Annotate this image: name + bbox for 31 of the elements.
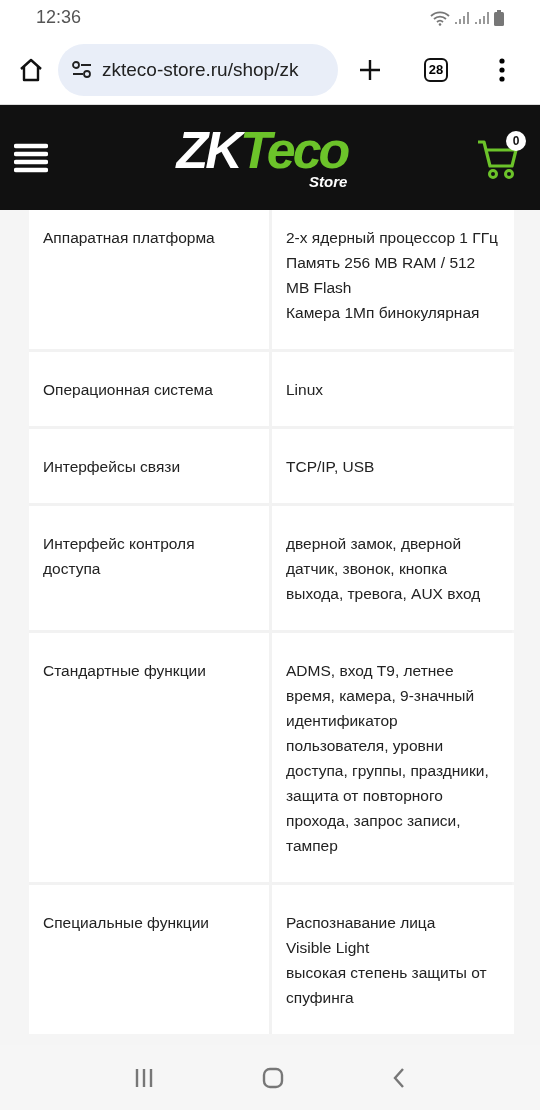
spec-value-text: Visible Light	[286, 938, 371, 958]
store-logo[interactable]: ZKTeco Store	[176, 125, 348, 190]
home-icon[interactable]	[18, 56, 44, 83]
spec-value-text: Linux	[286, 380, 325, 400]
spec-value-text: дверной замок, дверной датчик, звонок, кнопка выхода, тревога, AUX вход	[286, 534, 482, 604]
spec-name-cell: Операционная система	[29, 352, 269, 426]
spec-name-cell: Специальные функции	[29, 885, 269, 1034]
tab-count-button[interactable]: 28	[424, 57, 448, 82]
spec-value-text: 2-х ядерный процессор 1 ГГц	[286, 228, 499, 248]
spec-value-text: Распознавание лица	[286, 913, 437, 933]
site-settings-icon[interactable]	[72, 60, 92, 79]
status-time: 12:36	[36, 7, 82, 28]
signal-icon	[474, 9, 490, 26]
menu-icon[interactable]	[498, 57, 506, 82]
spec-name-cell: Стандартные функции	[29, 633, 269, 882]
battery-icon	[494, 9, 504, 26]
spec-name-cell: Аппаратная платформа	[29, 210, 269, 349]
signal-icon	[454, 9, 470, 26]
spec-name-cell: Интерфейсы связи	[29, 429, 269, 503]
cart-count-badge: 0	[506, 130, 526, 151]
spec-value-text: ADMS, вход T9, летнее время, камера, 9-значный идентификатор пользователя, уровни доступа, группы, праздники, защита от повторного прохода, запрос записи, тампер	[286, 661, 490, 856]
url-text: zkteco-store.ru/shop/zk	[102, 58, 299, 81]
new-tab-icon[interactable]	[358, 57, 382, 82]
wifi-icon	[430, 9, 450, 26]
spec-value-text: высокая степень защиты от спуфинга	[286, 963, 488, 1008]
address-bar[interactable]: zkteco-store.ru/shop/zk	[58, 43, 338, 96]
spec-value-text: Камера 1Мп бинокулярная	[286, 303, 481, 323]
spec-name-cell: Интерфейс контроля доступа	[29, 506, 269, 630]
spec-value-text: Память 256 MB RAM / 512 MB Flash	[286, 253, 477, 298]
home-button-icon[interactable]	[262, 1066, 284, 1089]
spec-value-text: TCP/IP, USB	[286, 457, 376, 477]
